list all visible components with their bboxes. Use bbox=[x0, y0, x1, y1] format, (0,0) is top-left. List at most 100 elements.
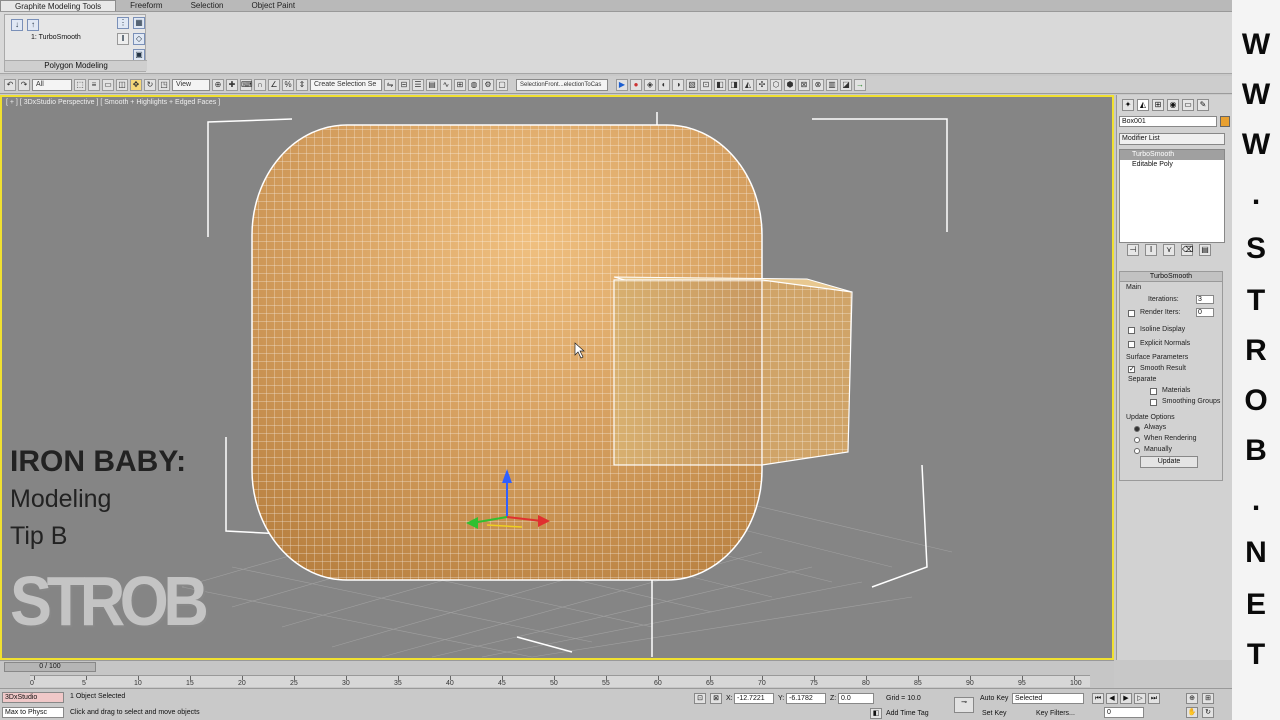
tab-object-paint[interactable]: Object Paint bbox=[238, 0, 310, 11]
align-icon[interactable]: ⊟ bbox=[398, 78, 410, 91]
schematic-view-icon[interactable]: ⊞ bbox=[454, 78, 466, 91]
next-modifier-icon[interactable]: ↑ bbox=[27, 19, 39, 31]
tool-n-icon[interactable]: ◪ bbox=[840, 78, 852, 91]
tool-l-icon[interactable]: ⊗ bbox=[812, 78, 824, 91]
stack-item-turbosmooth[interactable]: TurboSmooth bbox=[1120, 150, 1224, 160]
record-icon[interactable]: ● bbox=[630, 78, 642, 91]
play-animation-icon[interactable]: ▶ bbox=[1120, 693, 1132, 704]
create-tab-icon[interactable]: ✦ bbox=[1122, 99, 1134, 111]
isoline-checkbox[interactable] bbox=[1128, 327, 1135, 334]
tool-k-icon[interactable]: ⊠ bbox=[798, 78, 810, 91]
iterations-spinner[interactable]: 3 bbox=[1196, 295, 1214, 304]
make-unique-icon[interactable]: ⋎ bbox=[1163, 244, 1175, 256]
time-tag-icon[interactable]: ◧ bbox=[870, 708, 882, 719]
smoothing-groups-checkbox[interactable] bbox=[1150, 399, 1157, 406]
absolute-mode-icon[interactable]: ⊠ bbox=[710, 693, 722, 704]
go-to-start-icon[interactable]: ⏮ bbox=[1092, 693, 1104, 704]
tool-c-icon[interactable]: ◑ bbox=[672, 78, 684, 91]
current-frame-field[interactable]: 0 bbox=[1104, 707, 1144, 718]
tool-g-icon[interactable]: ◭ bbox=[742, 78, 754, 91]
update-button[interactable]: Update bbox=[1140, 456, 1198, 468]
polygon-mode-icon[interactable]: ◇ bbox=[133, 33, 145, 45]
when-rendering-radio[interactable] bbox=[1134, 437, 1140, 443]
viewport-label[interactable]: [ + ] [ 3DxStudio Perspective ] [ Smooth… bbox=[6, 99, 220, 106]
smooth-result-checkbox[interactable]: ✓ bbox=[1128, 366, 1135, 373]
modifier-list-dropdown[interactable]: Modifier List bbox=[1119, 133, 1225, 145]
hierarchy-tab-icon[interactable]: ⊞ bbox=[1152, 99, 1164, 111]
z-coordinate-field[interactable]: 0.0 bbox=[838, 693, 874, 704]
layer-manager-icon[interactable]: ☰ bbox=[412, 78, 424, 91]
select-scale-icon[interactable]: ◳ bbox=[158, 78, 170, 91]
render-iters-spinner[interactable]: 0 bbox=[1196, 308, 1214, 317]
reference-coord-dropdown[interactable]: View bbox=[172, 78, 210, 91]
tab-graphite-modeling-tools[interactable]: Graphite Modeling Tools bbox=[0, 0, 117, 11]
window-crossing-icon[interactable]: ◫ bbox=[116, 78, 128, 91]
next-frame-icon[interactable]: ▷ bbox=[1134, 693, 1146, 704]
graphite-toggle-icon[interactable]: ▤ bbox=[426, 78, 438, 91]
stack-item-editable-poly[interactable]: Editable Poly bbox=[1120, 160, 1224, 170]
set-key-icon[interactable]: ⊸ bbox=[954, 697, 974, 713]
pin-stack-icon[interactable]: ⊣ bbox=[1127, 244, 1139, 256]
track-bar[interactable]: 0 5 10 15 20 25 30 35 40 45 50 55 60 65 70 75 80 85 90 95 10… bbox=[30, 675, 1090, 687]
selection-filter-dropdown[interactable]: All bbox=[32, 78, 72, 91]
vertex-mode-icon[interactable]: ⋮ bbox=[117, 17, 129, 29]
snap-selection-field[interactable]: SelectionFront...electionToCas bbox=[516, 78, 608, 91]
polygon-modeling-dropdown[interactable]: Polygon Modeling bbox=[5, 60, 147, 71]
rect-region-icon[interactable]: ▭ bbox=[102, 78, 114, 91]
set-key-button[interactable]: Set Key bbox=[982, 710, 1007, 717]
previous-frame-icon[interactable]: ◀ bbox=[1106, 693, 1118, 704]
modify-tab-icon[interactable]: ◭ bbox=[1137, 99, 1149, 111]
border-mode-icon[interactable]: ▦ bbox=[133, 17, 145, 29]
always-radio[interactable] bbox=[1134, 426, 1140, 432]
pivot-center-icon[interactable]: ⊕ bbox=[212, 78, 224, 91]
tool-h-icon[interactable]: ✣ bbox=[756, 78, 768, 91]
remove-modifier-icon[interactable]: ⌫ bbox=[1181, 244, 1193, 256]
tool-i-icon[interactable]: ⬡ bbox=[770, 78, 782, 91]
add-time-tag[interactable]: Add Time Tag bbox=[886, 710, 929, 717]
key-filters-button[interactable]: Key Filters... bbox=[1036, 710, 1075, 717]
display-tab-icon[interactable]: ▭ bbox=[1182, 99, 1194, 111]
redo-icon[interactable]: ↷ bbox=[18, 78, 30, 91]
x-coordinate-field[interactable]: -12.7221 bbox=[734, 693, 774, 704]
keyboard-shortcut-icon[interactable]: ⌨ bbox=[240, 78, 253, 91]
zoom-icon[interactable]: ⊕ bbox=[1186, 693, 1198, 704]
object-color-swatch[interactable] bbox=[1220, 116, 1230, 127]
key-selection-dropdown[interactable]: Selected bbox=[1012, 693, 1084, 704]
show-end-result-icon[interactable]: Ⅰ bbox=[1145, 244, 1157, 256]
object-name-field[interactable]: Box001 bbox=[1119, 116, 1217, 127]
orbit-icon[interactable]: ↻ bbox=[1202, 707, 1214, 718]
manually-radio[interactable] bbox=[1134, 448, 1140, 454]
tool-a-icon[interactable]: ◈ bbox=[644, 78, 656, 91]
zoom-all-icon[interactable]: ⊞ bbox=[1202, 693, 1214, 704]
undo-icon[interactable]: ↶ bbox=[4, 78, 16, 91]
tool-j-icon[interactable]: ⬢ bbox=[784, 78, 796, 91]
tab-freeform[interactable]: Freeform bbox=[116, 0, 176, 11]
materials-checkbox[interactable] bbox=[1150, 388, 1157, 395]
maxscript-listener-output[interactable]: 3DxStudio bbox=[2, 692, 64, 703]
play-icon[interactable]: ▶ bbox=[616, 78, 628, 91]
mirror-icon[interactable]: ⇋ bbox=[384, 78, 396, 91]
pan-icon[interactable]: ✋ bbox=[1186, 707, 1198, 718]
edge-mode-icon[interactable]: ‖ bbox=[117, 33, 129, 45]
render-iters-checkbox[interactable] bbox=[1128, 310, 1135, 317]
manipulate-icon[interactable]: ✚ bbox=[226, 78, 238, 91]
tab-selection[interactable]: Selection bbox=[177, 0, 238, 11]
select-rotate-icon[interactable]: ↻ bbox=[144, 78, 156, 91]
material-editor-icon[interactable]: ◍ bbox=[468, 78, 480, 91]
rendered-frame-icon[interactable]: ▢ bbox=[496, 78, 508, 91]
tool-d-icon[interactable]: ▧ bbox=[686, 78, 698, 91]
configure-sets-icon[interactable]: ▤ bbox=[1199, 244, 1211, 256]
rollout-title[interactable]: TurboSmooth bbox=[1120, 272, 1222, 282]
tool-e-icon[interactable]: ◧ bbox=[714, 78, 726, 91]
maxscript-listener-input[interactable]: Max to Physc bbox=[2, 707, 64, 718]
lock-icon[interactable]: ⊡ bbox=[700, 78, 712, 91]
tool-b-icon[interactable]: ◐ bbox=[658, 78, 670, 91]
tool-m-icon[interactable]: ▥ bbox=[826, 78, 838, 91]
previous-modifier-icon[interactable]: ↓ bbox=[11, 19, 23, 31]
spinner-snap-icon[interactable]: ⇕ bbox=[296, 78, 308, 91]
time-slider[interactable]: 0 / 100 bbox=[4, 662, 96, 672]
motion-tab-icon[interactable]: ◉ bbox=[1167, 99, 1179, 111]
percent-snap-icon[interactable]: % bbox=[282, 78, 294, 91]
utilities-tab-icon[interactable]: ✎ bbox=[1197, 99, 1209, 111]
select-object-icon[interactable]: ⬚ bbox=[74, 78, 86, 91]
